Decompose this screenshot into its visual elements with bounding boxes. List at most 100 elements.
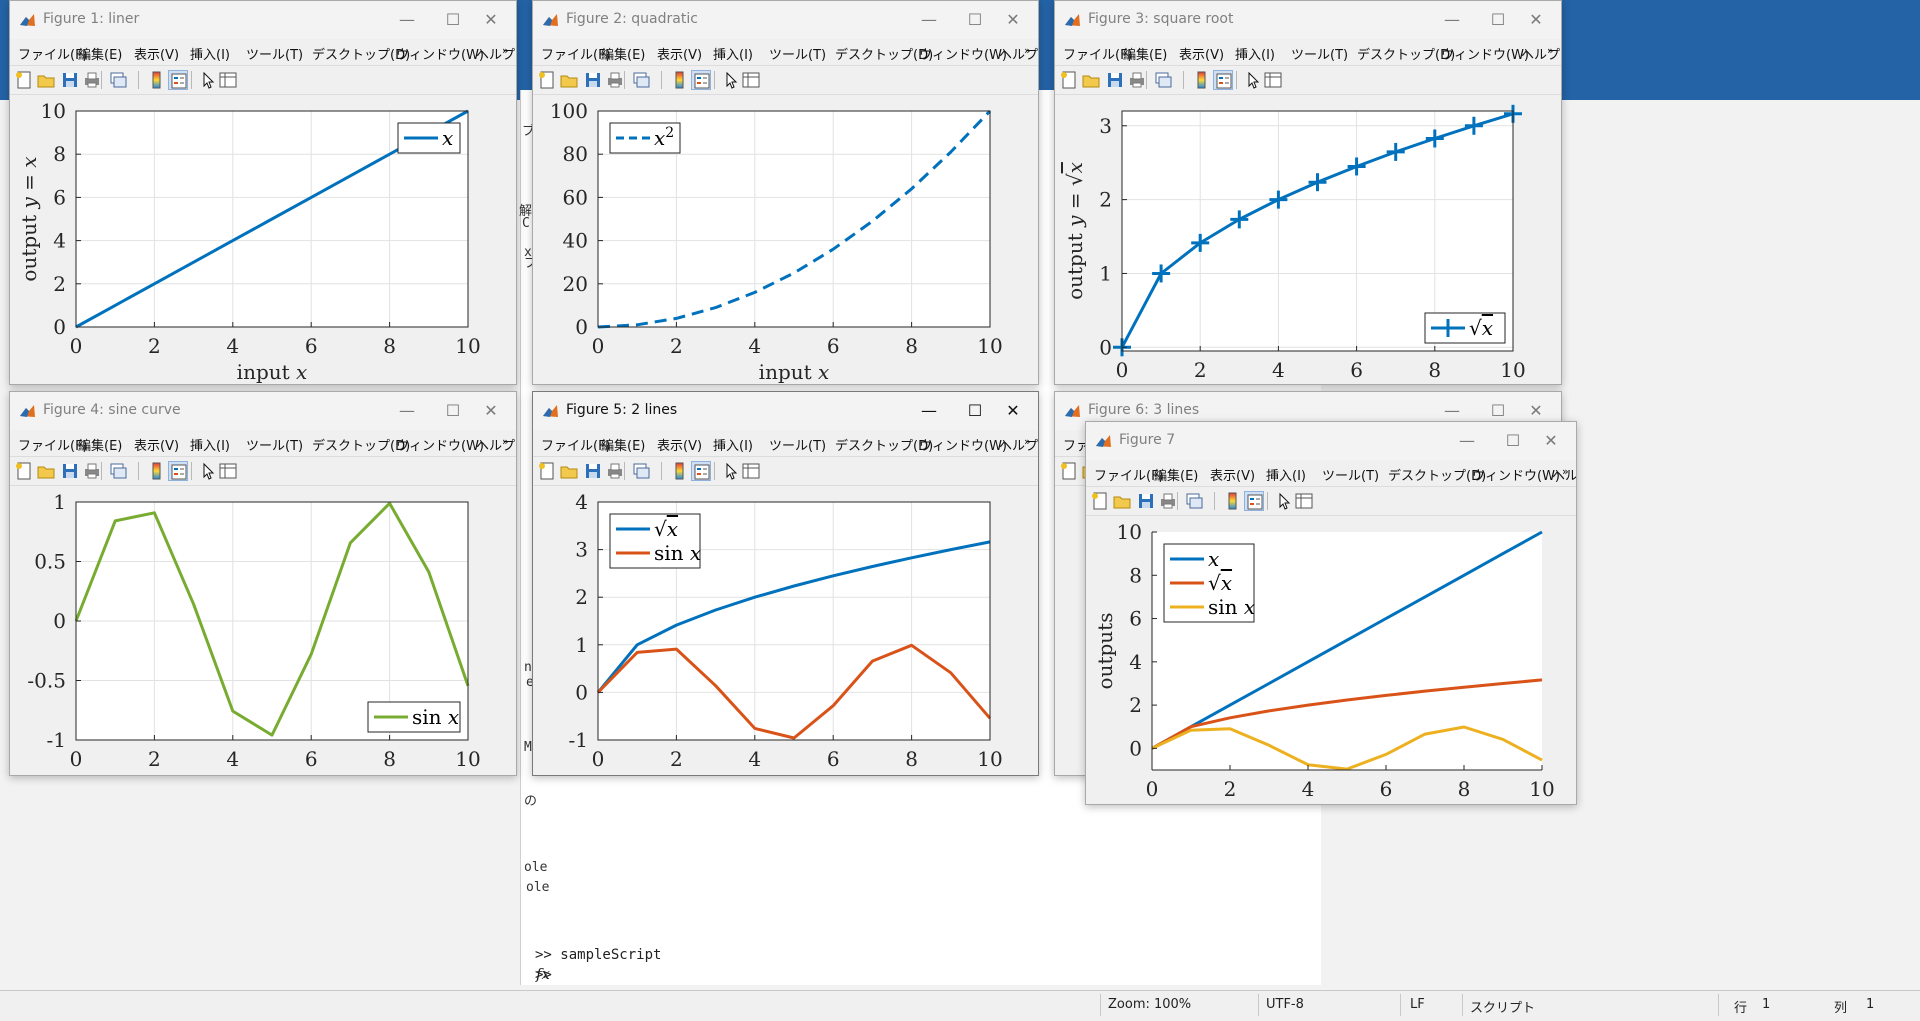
open-folder-icon[interactable]: [1112, 491, 1132, 511]
new-figure-icon[interactable]: [14, 461, 34, 481]
plot-area[interactable]: 0 2 4 6 8 10-101234√xsin x: [533, 486, 1038, 775]
title-bar[interactable]: Figure 3: square root — ☐ ✕: [1055, 1, 1561, 39]
legend-icon[interactable]: [691, 461, 711, 481]
menu-item[interactable]: 挿入(I): [1235, 44, 1275, 63]
legend[interactable]: √x: [1424, 312, 1506, 344]
legend[interactable]: x2: [609, 122, 681, 154]
menu-item[interactable]: ツール(T): [769, 435, 826, 454]
link-icon[interactable]: [108, 70, 128, 90]
property-inspector-icon[interactable]: [1263, 70, 1283, 90]
colorbar-icon[interactable]: [1191, 70, 1211, 90]
new-figure-icon[interactable]: [1059, 461, 1079, 481]
link-icon[interactable]: [1153, 70, 1173, 90]
menu-item[interactable]: ヘルプ(H): [476, 435, 516, 454]
property-inspector-icon[interactable]: [741, 70, 761, 90]
open-folder-icon[interactable]: [559, 70, 579, 90]
menu-item[interactable]: 編集(E): [601, 44, 645, 63]
title-bar[interactable]: Figure 2: quadratic — ☐ ✕: [533, 1, 1038, 39]
menu-overflow[interactable]: »: [1024, 435, 1031, 448]
plot-area[interactable]: 0 2 4 6 8 10 0 2 4 6 8 10 input x output y = x x: [10, 95, 516, 384]
close-button[interactable]: ✕: [998, 398, 1028, 424]
minimize-button[interactable]: —: [914, 7, 944, 33]
minimize-button[interactable]: —: [392, 398, 422, 424]
menu-item[interactable]: ツール(T): [246, 435, 303, 454]
minimize-button[interactable]: —: [1437, 7, 1467, 33]
plot-area[interactable]: 0 2 4 6 8 10 -1 -0.5 0 0.5 1 sin x: [10, 486, 516, 775]
figure-window[interactable]: Figure 3: square root — ☐ ✕ ファイル(F) 編集(E) 表示(V…: [1054, 0, 1562, 385]
pointer-icon[interactable]: [198, 461, 218, 481]
property-inspector-icon[interactable]: [218, 461, 238, 481]
menu-overflow[interactable]: »: [502, 435, 509, 448]
menu-overflow[interactable]: »: [1024, 44, 1031, 57]
minimize-button[interactable]: —: [1452, 428, 1482, 454]
link-icon[interactable]: [1184, 491, 1204, 511]
menu-item[interactable]: 表示(V): [134, 44, 179, 63]
colorbar-icon[interactable]: [669, 461, 689, 481]
menu-item[interactable]: ウィンドウ(W): [396, 435, 484, 454]
menu-item[interactable]: 編集(E): [78, 44, 122, 63]
menu-item[interactable]: ウィンドウ(W): [1472, 465, 1560, 484]
menu-item[interactable]: 編集(E): [1154, 465, 1198, 484]
menu-item[interactable]: 表示(V): [1210, 465, 1255, 484]
plot-area[interactable]: 0 2 4 6 8 10 0 1 2 3 output y = √x √x: [1055, 95, 1561, 384]
pointer-icon[interactable]: [198, 70, 218, 90]
property-inspector-icon[interactable]: [218, 70, 238, 90]
legend-icon[interactable]: [691, 70, 711, 90]
print-icon[interactable]: [82, 70, 102, 90]
print-icon[interactable]: [1127, 70, 1147, 90]
pointer-icon[interactable]: [1274, 491, 1294, 511]
print-icon[interactable]: [605, 70, 625, 90]
close-button[interactable]: ✕: [1536, 428, 1566, 454]
title-bar[interactable]: Figure 1: liner — ☐ ✕: [10, 1, 516, 39]
open-folder-icon[interactable]: [1081, 70, 1101, 90]
link-icon[interactable]: [631, 461, 651, 481]
legend[interactable]: √xsin x: [609, 513, 701, 569]
menu-item[interactable]: 編集(E): [1123, 44, 1167, 63]
print-icon[interactable]: [1158, 491, 1178, 511]
menu-item[interactable]: 挿入(I): [1266, 465, 1306, 484]
print-icon[interactable]: [82, 461, 102, 481]
new-figure-icon[interactable]: [1090, 491, 1110, 511]
open-folder-icon[interactable]: [559, 461, 579, 481]
menu-item[interactable]: 表示(V): [657, 44, 702, 63]
close-button[interactable]: ✕: [476, 7, 506, 33]
menu-item[interactable]: 挿入(I): [713, 44, 753, 63]
save-icon[interactable]: [1105, 70, 1125, 90]
colorbar-icon[interactable]: [1222, 491, 1242, 511]
title-bar[interactable]: Figure 5: 2 lines — ☐ ✕: [533, 392, 1038, 430]
menu-item[interactable]: 表示(V): [134, 435, 179, 454]
legend[interactable]: sin x: [367, 701, 461, 733]
menu-item[interactable]: ウィンドウ(W): [919, 44, 1007, 63]
menu-item[interactable]: ツール(T): [1291, 44, 1348, 63]
menu-item[interactable]: 表示(V): [657, 435, 702, 454]
link-icon[interactable]: [631, 70, 651, 90]
figure-window[interactable]: Figure 5: 2 lines — ☐ ✕ ファイル(F) 編集(E) 表示(V) 挿入(…: [532, 391, 1039, 776]
menu-item[interactable]: ウィンドウ(W): [919, 435, 1007, 454]
menu-item[interactable]: ツール(T): [769, 44, 826, 63]
menu-item[interactable]: ウィンドウ(W): [1441, 44, 1529, 63]
maximize-button[interactable]: ☐: [1483, 7, 1513, 33]
plot-area[interactable]: 0 2 4 6 8 10020406080100input xx2: [533, 95, 1038, 384]
maximize-button[interactable]: ☐: [960, 7, 990, 33]
new-figure-icon[interactable]: [537, 70, 557, 90]
pointer-icon[interactable]: [721, 461, 741, 481]
minimize-button[interactable]: —: [914, 398, 944, 424]
menu-item[interactable]: ヘルプ(H): [999, 435, 1038, 454]
menu-item[interactable]: ヘルプ(H): [999, 44, 1038, 63]
menu-item[interactable]: ウィンドウ(W): [396, 44, 484, 63]
figure-window[interactable]: Figure 2: quadratic — ☐ ✕ ファイル(F) 編集(E) 表示(V) 挿…: [532, 0, 1039, 385]
save-icon[interactable]: [583, 70, 603, 90]
command-line[interactable]: >>: [535, 965, 661, 985]
maximize-button[interactable]: ☐: [1498, 428, 1528, 454]
legend-icon[interactable]: [1244, 491, 1264, 511]
close-button[interactable]: ✕: [476, 398, 506, 424]
minimize-button[interactable]: —: [392, 7, 422, 33]
menu-item[interactable]: 編集(E): [78, 435, 122, 454]
open-folder-icon[interactable]: [36, 461, 56, 481]
legend-icon[interactable]: [168, 70, 188, 90]
close-button[interactable]: ✕: [998, 7, 1028, 33]
menu-item[interactable]: 編集(E): [601, 435, 645, 454]
colorbar-icon[interactable]: [146, 70, 166, 90]
pointer-icon[interactable]: [721, 70, 741, 90]
new-figure-icon[interactable]: [1059, 70, 1079, 90]
